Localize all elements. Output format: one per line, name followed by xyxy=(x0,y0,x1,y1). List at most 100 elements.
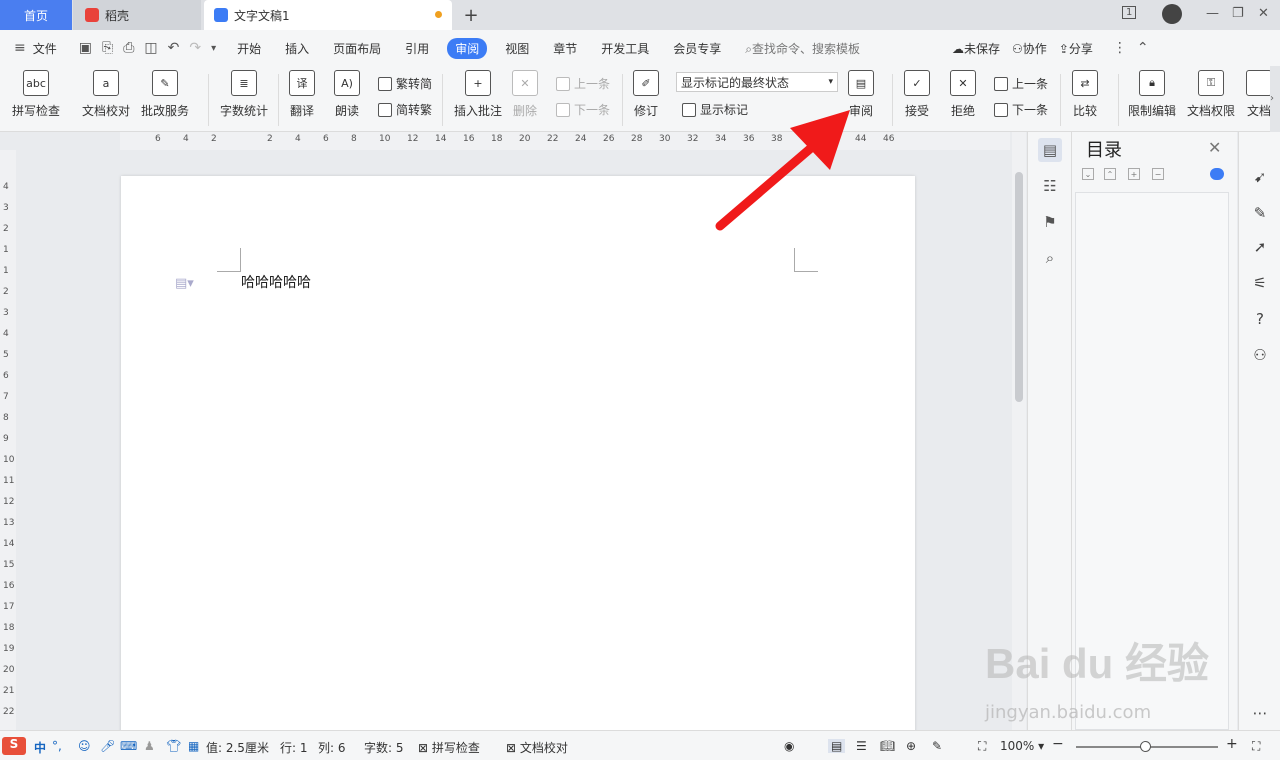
settings-sliders-icon[interactable]: ⚟ xyxy=(1249,272,1271,294)
tab-home[interactable]: 首页 xyxy=(0,0,72,30)
navigation-icon[interactable]: ☷ xyxy=(1038,174,1062,198)
unsaved-button[interactable]: ☁未保存 xyxy=(952,40,1000,57)
restore-icon[interactable]: ❐ xyxy=(1232,6,1244,21)
pen-view-icon[interactable]: ✎ xyxy=(932,739,942,753)
bookmark-icon[interactable]: ⚑ xyxy=(1038,210,1062,234)
document-text[interactable]: 哈哈哈哈哈 xyxy=(241,272,311,292)
pen-icon[interactable]: ✎ xyxy=(1249,202,1271,224)
cloud-icon[interactable] xyxy=(1210,168,1224,180)
ime-skin-icon[interactable]: 👕︎ xyxy=(166,739,181,753)
status-proofread[interactable]: ⊠ 文档校对 xyxy=(506,739,568,756)
hamburger-icon[interactable]: ≡ xyxy=(14,40,26,56)
search-icon[interactable]: ⌕ xyxy=(1038,246,1062,270)
markup-state-select[interactable]: 显示标记的最终状态 ▾ xyxy=(676,72,838,92)
expand-icon[interactable]: ⌃ xyxy=(1104,168,1116,180)
ime-mic-icon[interactable]: 🎤︎ xyxy=(100,739,115,753)
tab-daoke[interactable]: 稻壳 xyxy=(73,0,201,30)
vertical-ruler[interactable]: 4 3 2 1 1 2 3 4 5 6 7 8 9 10 11 12 13 14 15 16 17 18 19 20 21 22 xyxy=(0,150,16,730)
track-changes-button[interactable]: ✐ 修订 xyxy=(633,70,659,119)
ime-punct-icon[interactable]: °, xyxy=(52,739,62,753)
compare-button[interactable]: ⇄ 比较 xyxy=(1072,70,1098,119)
add-icon[interactable]: + xyxy=(1128,168,1140,180)
menu-view[interactable]: 视图 xyxy=(505,40,529,57)
close-icon[interactable]: ✕ xyxy=(1208,138,1221,157)
paragraph-handle-icon[interactable]: ▤▾ xyxy=(175,276,194,291)
collapse-ribbon-icon[interactable]: ⌃ xyxy=(1137,40,1149,56)
menu-layout[interactable]: 页面布局 xyxy=(333,40,381,57)
remove-icon[interactable]: − xyxy=(1152,168,1164,180)
restrict-edit-button[interactable]: 🔒︎ 限制编辑 xyxy=(1128,70,1176,119)
word-count-button[interactable]: ≣ 字数统计 xyxy=(220,70,268,119)
cursor-icon[interactable]: ➚ xyxy=(1249,236,1271,258)
next-change-button[interactable]: 下一条 xyxy=(994,101,1048,118)
avatar[interactable] xyxy=(1162,4,1182,24)
menu-references[interactable]: 引用 xyxy=(405,40,429,57)
menu-review[interactable]: 审阅 xyxy=(447,37,488,59)
tab-document[interactable]: 文字文稿1 xyxy=(204,0,452,30)
read-aloud-button[interactable]: A) 朗读 xyxy=(334,70,360,119)
ime-keyboard-icon[interactable]: ⌨ xyxy=(120,739,137,753)
trad-to-simp-button[interactable]: 繁转简 xyxy=(378,75,432,92)
command-search[interactable]: ⌕查找命令、搜索模板 xyxy=(745,40,860,57)
ime-menu-icon[interactable]: ▦ xyxy=(188,739,199,753)
print-preview-icon[interactable]: ◫ xyxy=(144,40,157,56)
status-spell-check[interactable]: ⊠ 拼写检查 xyxy=(418,739,480,756)
reject-button[interactable]: ✕ 拒绝 xyxy=(950,70,976,119)
menu-member[interactable]: 会员专享 xyxy=(673,40,721,57)
read-view-icon[interactable]: 📖︎ xyxy=(880,739,895,753)
ime-logo-icon[interactable]: S xyxy=(2,737,26,755)
status-word-count[interactable]: 字数: 5 xyxy=(364,739,404,756)
close-icon[interactable]: ✕ xyxy=(1258,6,1269,21)
spell-check-button[interactable]: abc 拼写检查 xyxy=(12,70,60,119)
simp-to-trad-button[interactable]: 简转繁 xyxy=(378,101,432,118)
menu-developer[interactable]: 开发工具 xyxy=(601,40,649,57)
zoom-out-icon[interactable]: − xyxy=(1052,736,1064,752)
next-comment-button[interactable]: 下一条 xyxy=(556,101,610,118)
ime-user-icon[interactable]: ♟ xyxy=(144,739,155,753)
quick-access-dropdown-icon[interactable]: ▾ xyxy=(211,43,216,54)
undo-icon[interactable]: ↶ xyxy=(168,40,180,56)
collapse-icon[interactable]: ⌄ xyxy=(1082,168,1094,180)
print-icon[interactable]: ⎙ xyxy=(123,40,134,56)
redo-icon[interactable]: ↷ xyxy=(189,40,201,56)
menu-start[interactable]: 开始 xyxy=(237,40,261,57)
fullscreen-icon[interactable]: ⛶ xyxy=(1252,739,1260,754)
horizontal-ruler[interactable]: 6 4 2 2 4 6 8 10 12 14 16 18 20 22 24 26 28 30 32 34 36 38 44 4… xyxy=(120,132,1010,150)
prev-change-button[interactable]: 上一条 xyxy=(994,75,1048,92)
proofread-button[interactable]: a 文档校对 xyxy=(82,70,130,119)
outline-view-icon[interactable]: ☰ xyxy=(856,739,867,753)
prev-comment-button[interactable]: 上一条 xyxy=(556,75,610,92)
new-tab-button[interactable]: + xyxy=(456,0,486,30)
export-icon[interactable]: ⎘ xyxy=(102,40,113,56)
minimize-icon[interactable]: — xyxy=(1206,6,1219,21)
translate-button[interactable]: 译翻译 xyxy=(289,70,315,119)
web-view-icon[interactable]: ⊕ xyxy=(906,739,916,753)
collab-button[interactable]: ⚇协作 xyxy=(1012,40,1047,57)
eye-protect-icon[interactable]: ◉ xyxy=(784,739,794,753)
doc-permission-button[interactable]: ⚿ 文档权限 xyxy=(1187,70,1235,119)
page-view-icon[interactable]: ▤ xyxy=(828,739,846,753)
rocket-icon[interactable]: ➹ xyxy=(1249,166,1271,188)
share-button[interactable]: ⇪分享 xyxy=(1059,40,1093,57)
file-menu[interactable]: 文件 xyxy=(33,40,57,57)
insert-comment-button[interactable]: + 插入批注 xyxy=(454,70,502,119)
delete-comment-button[interactable]: ✕ 删除 xyxy=(512,70,538,119)
zoom-level[interactable]: 100% ▾ xyxy=(1000,739,1044,753)
fit-icon[interactable]: ⛶ xyxy=(978,739,986,754)
doc-more-button[interactable]: 文档 xyxy=(1246,70,1272,119)
help-icon[interactable]: ? xyxy=(1249,308,1271,330)
ime-emoji-icon[interactable]: ☺ xyxy=(78,739,91,753)
more-icon[interactable]: ⋮ xyxy=(1113,40,1127,56)
ime-mode[interactable]: 中 xyxy=(34,739,46,756)
toc-icon[interactable]: ▤ xyxy=(1038,138,1062,162)
more-options-icon[interactable]: ⋯ xyxy=(1249,702,1271,724)
scrollbar-thumb[interactable] xyxy=(1015,172,1023,402)
ribbon-scroll-right-icon[interactable]: › xyxy=(1270,66,1280,132)
accept-button[interactable]: ✓ 接受 xyxy=(904,70,930,119)
zoom-slider-thumb[interactable] xyxy=(1140,741,1151,752)
page-badge-icon[interactable]: 1 xyxy=(1122,6,1137,19)
menu-section[interactable]: 章节 xyxy=(553,40,577,57)
menu-insert[interactable]: 插入 xyxy=(285,40,309,57)
save-icon[interactable]: ▣ xyxy=(79,40,92,56)
document-page[interactable]: ▤▾ 哈哈哈哈哈 xyxy=(121,176,915,730)
